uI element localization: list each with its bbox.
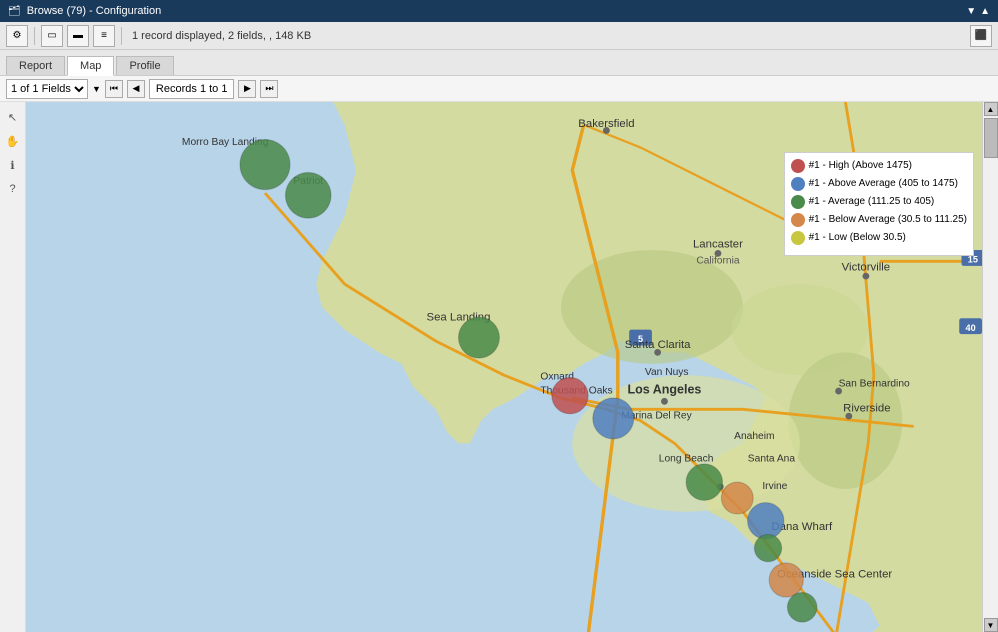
last-record-btn[interactable]: ⏭	[260, 80, 278, 98]
svg-text:Riverside: Riverside	[843, 403, 890, 415]
pan-icon[interactable]: ✋	[4, 132, 22, 150]
legend-label-above-avg: #1 - Above Average (405 to 1475)	[809, 178, 958, 190]
tab-profile[interactable]: Profile	[116, 56, 173, 75]
svg-text:Lancaster: Lancaster	[693, 239, 743, 251]
svg-text:Long Beach: Long Beach	[659, 454, 714, 465]
toolbar: ⚙ ▭ ▬ ≡ 1 record displayed, 2 fields, , …	[0, 22, 998, 50]
view-triple-btn[interactable]: ≡	[93, 25, 115, 47]
right-scrollbar[interactable]: ▲ ▼	[982, 102, 998, 632]
svg-text:California: California	[696, 256, 740, 267]
map-container[interactable]: 5 15 40 Bakersfield Lancaster California…	[26, 102, 982, 632]
legend-item-low: #1 - Low (Below 30.5)	[791, 231, 967, 245]
legend-label-high: #1 - High (Above 1475)	[809, 160, 912, 172]
help-icon[interactable]: ?	[4, 180, 22, 198]
svg-text:Anaheim: Anaheim	[734, 431, 774, 442]
next-record-btn[interactable]: ▶	[238, 80, 256, 98]
config-icon-btn[interactable]: ⬛	[970, 25, 992, 47]
nav-bar: 1 of 1 Fields ▼ ⏮ ◀ Records 1 to 1 ▶ ⏭	[0, 76, 998, 102]
legend-dot-low	[791, 231, 805, 245]
info-icon[interactable]: ℹ	[4, 156, 22, 174]
svg-text:Los Angeles: Los Angeles	[628, 382, 702, 396]
minimize-icon[interactable]: ▼	[966, 6, 976, 17]
main-content: ↖ ✋ ℹ ?	[0, 102, 998, 632]
svg-text:Van Nuys: Van Nuys	[645, 367, 689, 378]
tab-report[interactable]: Report	[6, 56, 65, 75]
app-icon: 🗂	[8, 6, 21, 17]
scroll-down-btn[interactable]: ▼	[984, 618, 998, 632]
scroll-up-btn[interactable]: ▲	[984, 102, 998, 116]
tab-bar: Report Map Profile	[0, 50, 998, 76]
maximize-icon[interactable]: ▲	[980, 6, 990, 17]
svg-text:Bakersfield: Bakersfield	[578, 118, 634, 130]
legend-dot-avg	[791, 195, 805, 209]
tab-map[interactable]: Map	[67, 56, 114, 76]
toolbar-separator	[34, 27, 35, 45]
dropdown-arrow: ▼	[92, 84, 101, 94]
toolbar-separator2	[121, 27, 122, 45]
prev-record-btn[interactable]: ◀	[127, 80, 145, 98]
legend-item-below-avg: #1 - Below Average (30.5 to 111.25)	[791, 213, 967, 227]
settings-icon-btn[interactable]: ⚙	[6, 25, 28, 47]
svg-text:40: 40	[966, 323, 976, 333]
legend-dot-above-avg	[791, 177, 805, 191]
scrollbar-thumb[interactable]	[984, 118, 998, 158]
svg-text:Victorville: Victorville	[842, 261, 890, 273]
left-sidebar: ↖ ✋ ℹ ?	[0, 102, 26, 632]
view-double-btn[interactable]: ▬	[67, 25, 89, 47]
svg-text:Irvine: Irvine	[762, 481, 787, 492]
svg-text:Santa Ana: Santa Ana	[748, 454, 796, 465]
fields-select[interactable]: 1 of 1 Fields	[6, 79, 88, 99]
window-title: Browse (79) - Configuration	[27, 5, 162, 17]
cursor-icon[interactable]: ↖	[4, 108, 22, 126]
legend-label-avg: #1 - Average (111.25 to 405)	[809, 196, 935, 208]
svg-text:San Bernardino: San Bernardino	[839, 379, 910, 390]
legend-item-high: #1 - High (Above 1475)	[791, 159, 967, 173]
title-bar: 🗂 Browse (79) - Configuration ▼ ▲	[0, 0, 998, 22]
legend-dot-below-avg	[791, 213, 805, 227]
legend-item-avg: #1 - Average (111.25 to 405)	[791, 195, 967, 209]
legend-dot-high	[791, 159, 805, 173]
first-record-btn[interactable]: ⏮	[105, 80, 123, 98]
record-status: 1 record displayed, 2 fields, , 148 KB	[132, 30, 311, 42]
map-legend: #1 - High (Above 1475) #1 - Above Averag…	[784, 152, 974, 256]
legend-label-low: #1 - Low (Below 30.5)	[809, 232, 906, 244]
legend-item-above-avg: #1 - Above Average (405 to 1475)	[791, 177, 967, 191]
view-single-btn[interactable]: ▭	[41, 25, 63, 47]
svg-text:Santa Clarita: Santa Clarita	[625, 339, 691, 351]
record-display: Records 1 to 1	[149, 79, 235, 99]
legend-label-below-avg: #1 - Below Average (30.5 to 111.25)	[809, 214, 967, 226]
